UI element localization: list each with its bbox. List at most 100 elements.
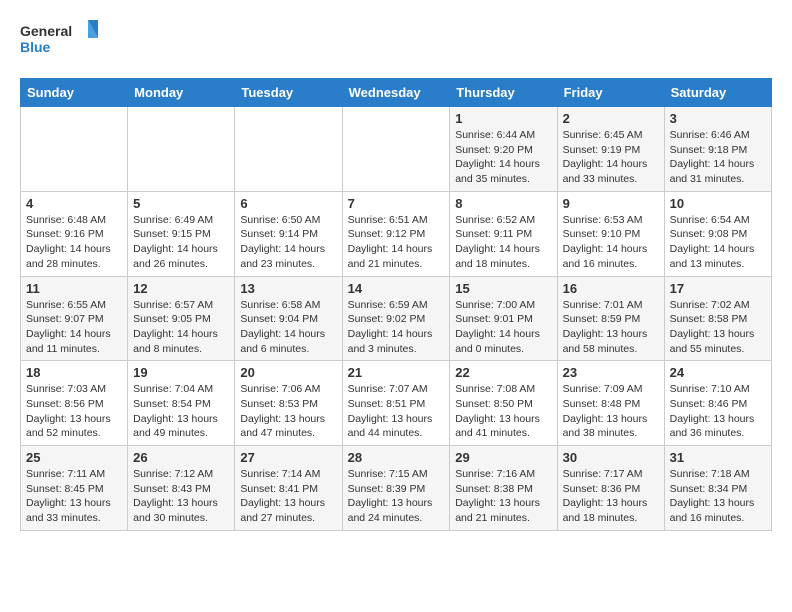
day-number: 28: [348, 450, 445, 465]
calendar-cell: 30 Sunrise: 7:17 AM Sunset: 8:36 PM Dayli…: [557, 446, 664, 531]
day-info: Sunrise: 7:02 AM Sunset: 8:58 PM Dayligh…: [670, 298, 766, 357]
day-number: 22: [455, 365, 551, 380]
weekday-header-thursday: Thursday: [450, 79, 557, 107]
calendar-cell: 4 Sunrise: 6:48 AM Sunset: 9:16 PM Daylig…: [21, 191, 128, 276]
day-number: 31: [670, 450, 766, 465]
day-number: 1: [455, 111, 551, 126]
day-number: 4: [26, 196, 122, 211]
calendar-week-row: 11 Sunrise: 6:55 AM Sunset: 9:07 PM Dayli…: [21, 276, 772, 361]
calendar-body: 1 Sunrise: 6:44 AM Sunset: 9:20 PM Daylig…: [21, 107, 772, 531]
calendar-cell: 21 Sunrise: 7:07 AM Sunset: 8:51 PM Dayli…: [342, 361, 450, 446]
day-number: 6: [240, 196, 336, 211]
day-info: Sunrise: 7:18 AM Sunset: 8:34 PM Dayligh…: [670, 467, 766, 526]
calendar-week-row: 1 Sunrise: 6:44 AM Sunset: 9:20 PM Daylig…: [21, 107, 772, 192]
day-number: 14: [348, 281, 445, 296]
calendar-cell: 7 Sunrise: 6:51 AM Sunset: 9:12 PM Daylig…: [342, 191, 450, 276]
calendar-cell: 10 Sunrise: 6:54 AM Sunset: 9:08 PM Dayli…: [664, 191, 771, 276]
svg-text:Blue: Blue: [20, 39, 51, 55]
calendar-cell: 25 Sunrise: 7:11 AM Sunset: 8:45 PM Dayli…: [21, 446, 128, 531]
day-info: Sunrise: 6:50 AM Sunset: 9:14 PM Dayligh…: [240, 213, 336, 272]
day-number: 20: [240, 365, 336, 380]
day-info: Sunrise: 6:51 AM Sunset: 9:12 PM Dayligh…: [348, 213, 445, 272]
calendar-cell: 19Sunrise: 7:04 AM Sunset: 8:54 PM Dayli…: [128, 361, 235, 446]
day-number: 30: [563, 450, 659, 465]
day-info: Sunrise: 6:58 AM Sunset: 9:04 PM Dayligh…: [240, 298, 336, 357]
calendar-cell: 17 Sunrise: 7:02 AM Sunset: 8:58 PM Dayli…: [664, 276, 771, 361]
day-info: Sunrise: 6:46 AM Sunset: 9:18 PM Dayligh…: [670, 128, 766, 187]
calendar-cell: [128, 107, 235, 192]
day-info: Sunrise: 7:00 AM Sunset: 9:01 PM Dayligh…: [455, 298, 551, 357]
day-number: 5: [133, 196, 229, 211]
day-number: 25: [26, 450, 122, 465]
calendar-cell: [21, 107, 128, 192]
day-info: Sunrise: 7:09 AM Sunset: 8:48 PM Dayligh…: [563, 382, 659, 441]
calendar-week-row: 4 Sunrise: 6:48 AM Sunset: 9:16 PM Daylig…: [21, 191, 772, 276]
day-info: Sunrise: 6:52 AM Sunset: 9:11 PM Dayligh…: [455, 213, 551, 272]
weekday-header-wednesday: Wednesday: [342, 79, 450, 107]
calendar-cell: 16 Sunrise: 7:01 AM Sunset: 8:59 PM Dayli…: [557, 276, 664, 361]
day-info: Sunrise: 6:53 AM Sunset: 9:10 PM Dayligh…: [563, 213, 659, 272]
day-number: 17: [670, 281, 766, 296]
day-info: Sunrise: 6:59 AM Sunset: 9:02 PM Dayligh…: [348, 298, 445, 357]
day-info: Sunrise: 7:04 AM Sunset: 8:54 PM Dayligh…: [133, 382, 229, 441]
day-info: Sunrise: 7:07 AM Sunset: 8:51 PM Dayligh…: [348, 382, 445, 441]
day-number: 21: [348, 365, 445, 380]
weekday-header-saturday: Saturday: [664, 79, 771, 107]
page-header: General Blue: [20, 20, 772, 62]
calendar-cell: 5 Sunrise: 6:49 AM Sunset: 9:15 PM Daylig…: [128, 191, 235, 276]
day-number: 23: [563, 365, 659, 380]
calendar-cell: 29 Sunrise: 7:16 AM Sunset: 8:38 PM Dayli…: [450, 446, 557, 531]
calendar-cell: 15Sunrise: 7:00 AM Sunset: 9:01 PM Dayli…: [450, 276, 557, 361]
day-info: Sunrise: 6:55 AM Sunset: 9:07 PM Dayligh…: [26, 298, 122, 357]
weekday-header-sunday: Sunday: [21, 79, 128, 107]
calendar-cell: 13 Sunrise: 6:58 AM Sunset: 9:04 PM Dayli…: [235, 276, 342, 361]
day-number: 29: [455, 450, 551, 465]
day-number: 13: [240, 281, 336, 296]
calendar-cell: 2Sunrise: 6:45 AM Sunset: 9:19 PM Daylig…: [557, 107, 664, 192]
svg-text:General: General: [20, 23, 72, 39]
calendar-cell: 9 Sunrise: 6:53 AM Sunset: 9:10 PM Daylig…: [557, 191, 664, 276]
day-info: Sunrise: 6:54 AM Sunset: 9:08 PM Dayligh…: [670, 213, 766, 272]
day-number: 16: [563, 281, 659, 296]
day-info: Sunrise: 6:49 AM Sunset: 9:15 PM Dayligh…: [133, 213, 229, 272]
weekday-header-monday: Monday: [128, 79, 235, 107]
calendar-cell: 23 Sunrise: 7:09 AM Sunset: 8:48 PM Dayli…: [557, 361, 664, 446]
calendar-table: SundayMondayTuesdayWednesdayThursdayFrid…: [20, 78, 772, 531]
day-info: Sunrise: 7:01 AM Sunset: 8:59 PM Dayligh…: [563, 298, 659, 357]
calendar-header-row: SundayMondayTuesdayWednesdayThursdayFrid…: [21, 79, 772, 107]
day-info: Sunrise: 6:44 AM Sunset: 9:20 PM Dayligh…: [455, 128, 551, 187]
calendar-cell: 14 Sunrise: 6:59 AM Sunset: 9:02 PM Dayli…: [342, 276, 450, 361]
day-number: 8: [455, 196, 551, 211]
day-number: 10: [670, 196, 766, 211]
day-info: Sunrise: 7:16 AM Sunset: 8:38 PM Dayligh…: [455, 467, 551, 526]
day-info: Sunrise: 7:03 AM Sunset: 8:56 PM Dayligh…: [26, 382, 122, 441]
calendar-cell: 26Sunrise: 7:12 AM Sunset: 8:43 PM Dayli…: [128, 446, 235, 531]
calendar-week-row: 25 Sunrise: 7:11 AM Sunset: 8:45 PM Dayli…: [21, 446, 772, 531]
calendar-cell: 1 Sunrise: 6:44 AM Sunset: 9:20 PM Daylig…: [450, 107, 557, 192]
day-number: 9: [563, 196, 659, 211]
day-number: 11: [26, 281, 122, 296]
calendar-cell: 12Sunrise: 6:57 AM Sunset: 9:05 PM Dayli…: [128, 276, 235, 361]
day-info: Sunrise: 7:11 AM Sunset: 8:45 PM Dayligh…: [26, 467, 122, 526]
day-number: 2: [563, 111, 659, 126]
day-info: Sunrise: 6:48 AM Sunset: 9:16 PM Dayligh…: [26, 213, 122, 272]
calendar-cell: 18Sunrise: 7:03 AM Sunset: 8:56 PM Dayli…: [21, 361, 128, 446]
calendar-cell: 8 Sunrise: 6:52 AM Sunset: 9:11 PM Daylig…: [450, 191, 557, 276]
day-number: 3: [670, 111, 766, 126]
weekday-header-tuesday: Tuesday: [235, 79, 342, 107]
day-info: Sunrise: 7:15 AM Sunset: 8:39 PM Dayligh…: [348, 467, 445, 526]
day-info: Sunrise: 7:17 AM Sunset: 8:36 PM Dayligh…: [563, 467, 659, 526]
day-number: 24: [670, 365, 766, 380]
calendar-cell: [342, 107, 450, 192]
calendar-cell: 20 Sunrise: 7:06 AM Sunset: 8:53 PM Dayli…: [235, 361, 342, 446]
day-number: 7: [348, 196, 445, 211]
day-info: Sunrise: 7:14 AM Sunset: 8:41 PM Dayligh…: [240, 467, 336, 526]
day-number: 27: [240, 450, 336, 465]
weekday-header-friday: Friday: [557, 79, 664, 107]
day-number: 26: [133, 450, 229, 465]
calendar-cell: [235, 107, 342, 192]
calendar-cell: 24Sunrise: 7:10 AM Sunset: 8:46 PM Dayli…: [664, 361, 771, 446]
calendar-cell: 31 Sunrise: 7:18 AM Sunset: 8:34 PM Dayli…: [664, 446, 771, 531]
calendar-cell: 3 Sunrise: 6:46 AM Sunset: 9:18 PM Daylig…: [664, 107, 771, 192]
day-info: Sunrise: 7:06 AM Sunset: 8:53 PM Dayligh…: [240, 382, 336, 441]
